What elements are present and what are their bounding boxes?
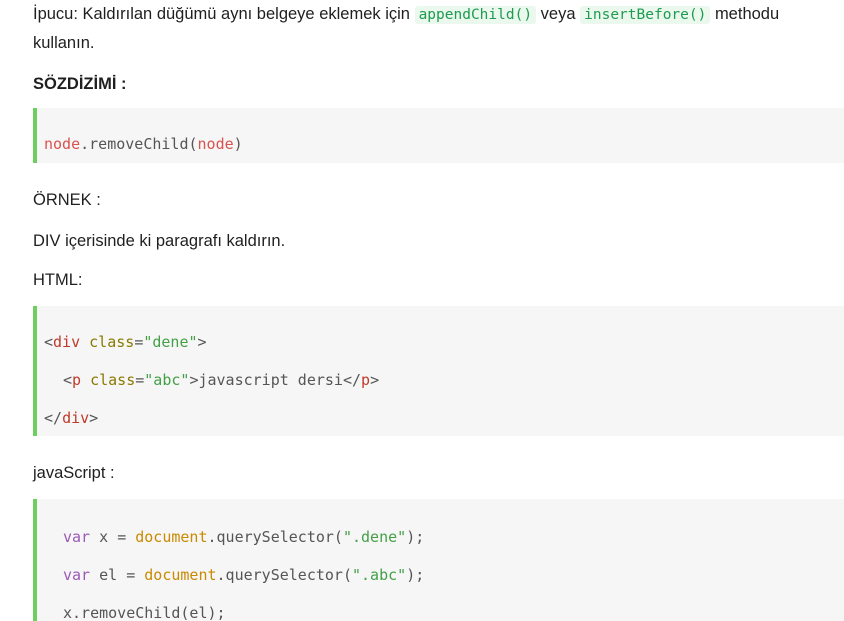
inline-code-appendchild: appendChild() — [414, 6, 537, 24]
syntax-dot: . — [80, 135, 90, 153]
js-string: ".dene" — [342, 528, 407, 546]
syntax-arg: node — [197, 135, 234, 153]
js-eq: = — [117, 528, 127, 546]
html-attr-value: "dene" — [143, 333, 198, 351]
html-tag-p: p — [72, 371, 82, 389]
html-eq: = — [134, 333, 144, 351]
html-close-tag-div: div — [62, 409, 90, 427]
syntax-close: ) — [233, 135, 243, 153]
js-end: ); — [406, 528, 425, 546]
html-lt: < — [63, 371, 73, 389]
js-keyword: var — [63, 566, 91, 584]
syntax-code-block: node.removeChild(node) — [33, 108, 844, 163]
js-document: document — [135, 528, 208, 546]
syntax-obj: node — [44, 135, 81, 153]
html-eq: = — [135, 371, 145, 389]
js-eq: = — [126, 566, 136, 584]
html-attr: class — [90, 371, 136, 389]
js-code-block: var x = document.querySelector(".dene");… — [33, 499, 844, 621]
tip-middle: veya — [540, 5, 576, 23]
js-label: javaScript : — [33, 464, 115, 482]
html-close-lt: </ — [342, 371, 362, 389]
example-description: DIV içerisinde ki paragrafı kaldırın. — [33, 232, 286, 250]
tip-line-2: kullanın. — [33, 34, 95, 52]
syntax-code-line: node.removeChild(node) — [44, 134, 243, 154]
tip-suffix: methodu — [714, 5, 780, 23]
html-tag-div: div — [53, 333, 81, 351]
js-var-name: el — [99, 566, 118, 584]
js-end: ); — [406, 566, 425, 584]
html-attr-value: "abc" — [144, 371, 190, 389]
html-code-block: <div class="dene"> <p class="abc">javasc… — [33, 306, 844, 436]
js-var-name: x — [99, 528, 109, 546]
html-code-line-1: <div class="dene"> — [44, 332, 207, 352]
html-label: HTML: — [33, 271, 83, 289]
html-lt: < — [44, 333, 54, 351]
js-code-line-1: var x = document.querySelector(".dene"); — [63, 527, 424, 547]
html-close-gt: > — [89, 409, 99, 427]
js-code-line-3: x.removeChild(el); — [63, 603, 226, 621]
html-code-line-2: <p class="abc">javascript dersi</p> — [63, 370, 379, 390]
html-close-lt: </ — [44, 409, 63, 427]
html-gt: > — [197, 333, 207, 351]
js-call: .querySelector( — [216, 566, 352, 584]
html-close-gt: > — [370, 371, 380, 389]
tip-prefix: İpucu: Kaldırılan düğümü aynı belgeye ek… — [33, 5, 410, 23]
js-document: document — [144, 566, 217, 584]
syntax-open: ( — [188, 135, 198, 153]
html-attr: class — [89, 333, 135, 351]
inline-code-insertbefore: insertBefore() — [580, 6, 711, 24]
js-call: .querySelector( — [207, 528, 343, 546]
example-heading: ÖRNEK : — [33, 191, 101, 209]
js-code-line-2: var el = document.querySelector(".abc"); — [63, 565, 424, 585]
js-string: ".abc" — [352, 566, 407, 584]
js-keyword: var — [63, 528, 91, 546]
html-close-tag-p: p — [361, 371, 371, 389]
syntax-method: removeChild — [89, 135, 189, 153]
html-code-line-3: </div> — [44, 408, 98, 428]
syntax-heading: SÖZDİZİMİ : — [33, 75, 127, 93]
tip-paragraph: İpucu: Kaldırılan düğümü aynı belgeye ek… — [33, 0, 779, 30]
html-text: javascript dersi — [198, 371, 343, 389]
js-remove-call: x.removeChild(el); — [63, 604, 226, 621]
